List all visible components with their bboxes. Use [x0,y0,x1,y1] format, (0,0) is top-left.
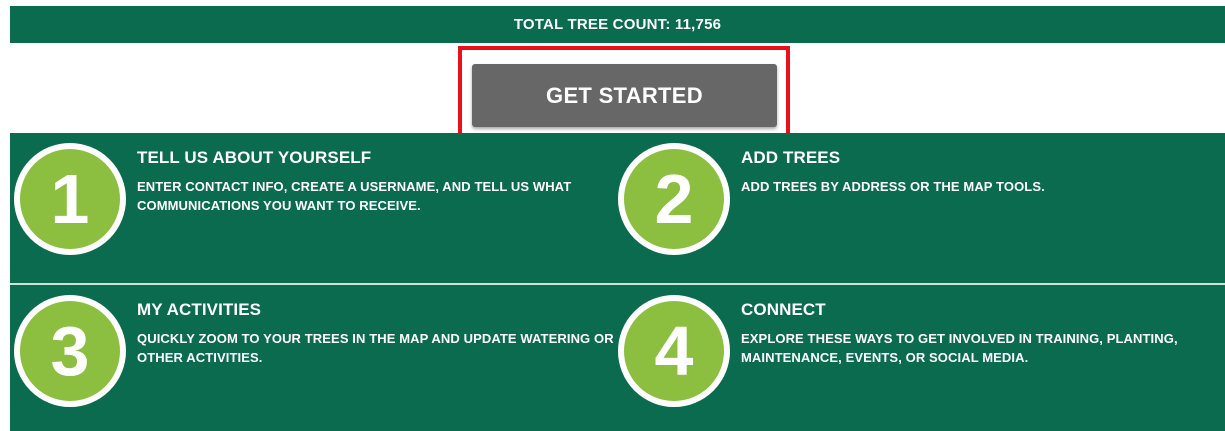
step-2[interactable]: 2 ADD TREES ADD TREES BY ADDRESS OR THE … [614,133,1214,273]
tree-count-text: TOTAL TREE COUNT: 11,756 [513,16,722,33]
step-4[interactable]: 4 CONNECT EXPLORE THESE WAYS TO GET INVO… [614,285,1214,425]
step-number-badge: 4 [618,295,730,407]
step-title: ADD TREES [741,148,841,167]
page-frame: TOTAL TREE COUNT: 11,756 GET STARTED 1 T… [0,0,1225,431]
step-title: CONNECT [741,300,826,319]
step-3[interactable]: 3 MY ACTIVITIES QUICKLY ZOOM TO YOUR TRE… [10,285,614,425]
step-number-badge: 1 [14,143,126,255]
step-1[interactable]: 1 TELL US ABOUT YOURSELF ENTER CONTACT I… [10,133,610,273]
step-number-badge: 2 [618,143,730,255]
steps-panel: 1 TELL US ABOUT YOURSELF ENTER CONTACT I… [10,133,1225,431]
step-description: ENTER CONTACT INFO, CREATE A USERNAME, A… [137,179,572,213]
tree-count-banner: TOTAL TREE COUNT: 11,756 [10,6,1225,43]
step-description: EXPLORE THESE WAYS TO GET INVOLVED IN TR… [741,331,1178,365]
step-title: MY ACTIVITIES [137,300,262,319]
step-description: ADD TREES BY ADDRESS OR THE MAP TOOLS. [741,179,1045,194]
get-started-button[interactable]: GET STARTED [472,64,777,127]
step-title: TELL US ABOUT YOURSELF [137,148,372,167]
step-number-badge: 3 [14,295,126,407]
get-started-highlight: GET STARTED [458,46,790,143]
step-description: QUICKLY ZOOM TO YOUR TREES IN THE MAP AN… [137,331,614,365]
